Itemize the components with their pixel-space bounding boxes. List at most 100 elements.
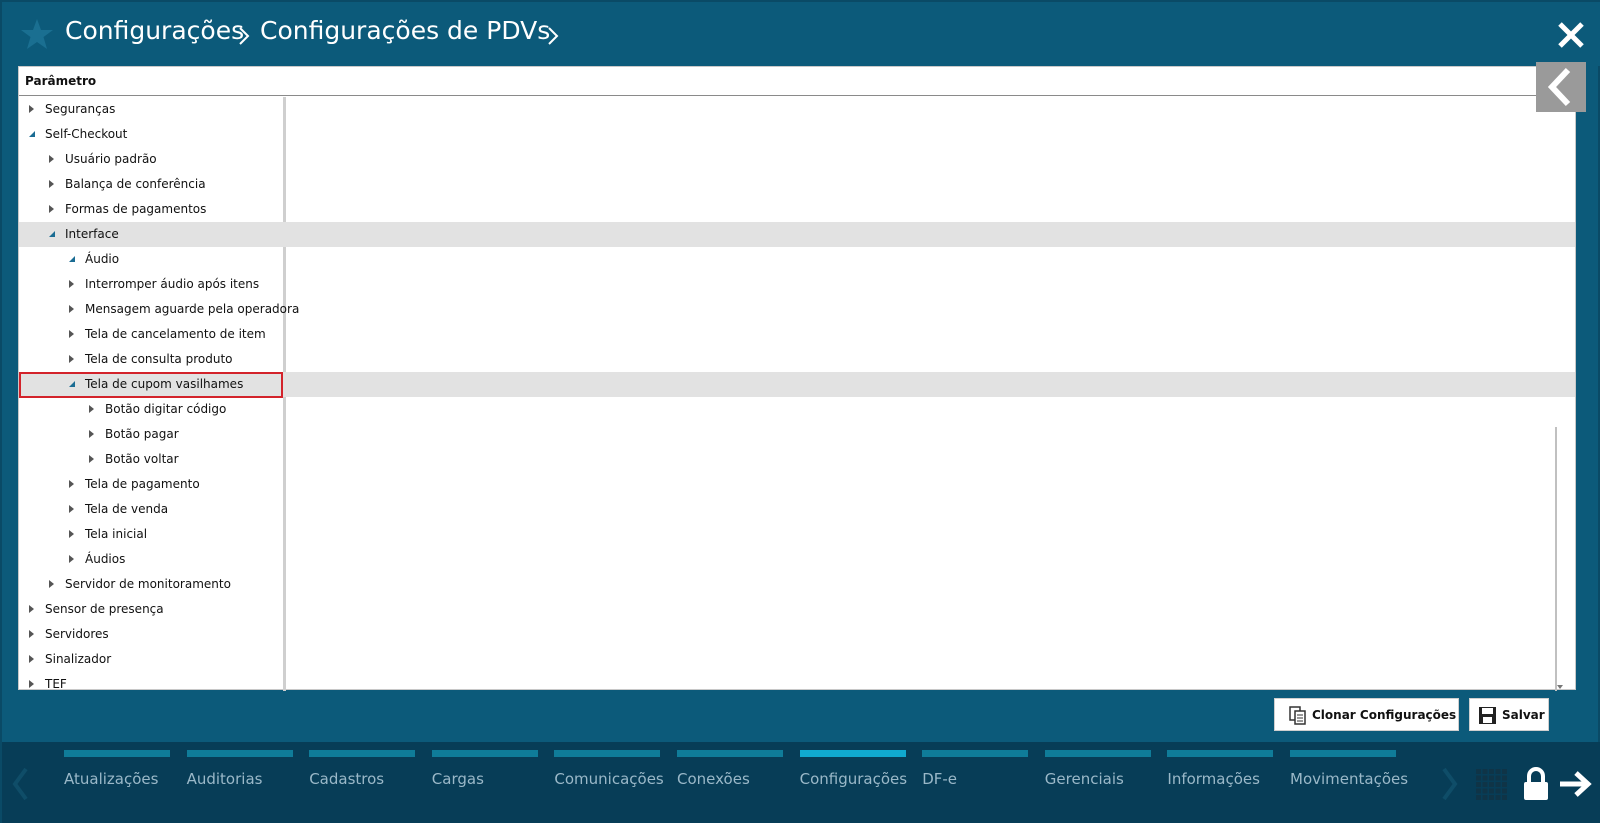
- tree-row[interactable]: Tela de cancelamento de item: [19, 322, 1575, 347]
- tree-row-label: Sinalizador: [45, 652, 112, 666]
- nav-next-icon[interactable]: [1440, 766, 1460, 802]
- collapsed-arrow-icon[interactable]: [49, 180, 54, 188]
- nav-tab-bar: [1290, 750, 1396, 757]
- tree-row[interactable]: Formas de pagamentos: [19, 197, 1575, 222]
- expanded-arrow-icon[interactable]: [49, 231, 55, 237]
- tree-row-label: Formas de pagamentos: [65, 202, 207, 216]
- collapsed-arrow-icon[interactable]: [69, 505, 74, 513]
- tree-row-label: Áudios: [85, 552, 126, 566]
- logout-arrow-icon[interactable]: [1558, 769, 1592, 799]
- apps-grid-icon[interactable]: [1475, 768, 1508, 801]
- nav-tab-label: Movimentações: [1290, 770, 1409, 788]
- nav-tab[interactable]: Cadastros: [309, 750, 416, 810]
- close-icon[interactable]: [1556, 20, 1586, 50]
- clone-configurations-button[interactable]: Clonar Configurações: [1274, 698, 1459, 731]
- tree-row[interactable]: Tela de pagamento: [19, 472, 1575, 497]
- nav-tab[interactable]: Cargas: [431, 750, 538, 810]
- column-header-label: Parâmetro: [25, 74, 97, 88]
- parameters-panel: Parâmetro Seguranças Self-Checkout Usuário…: [18, 66, 1576, 691]
- tree-row[interactable]: Sensor de presença: [19, 597, 1575, 622]
- collapsed-arrow-icon[interactable]: [89, 430, 94, 438]
- nav-tab[interactable]: Movimentações: [1290, 750, 1408, 810]
- tree-row[interactable]: Botão voltar: [19, 447, 1575, 472]
- nav-tab-label: Gerenciais: [1044, 770, 1124, 788]
- chevron-left-icon: [1547, 67, 1571, 107]
- expanded-arrow-icon[interactable]: [29, 131, 35, 137]
- nav-tab[interactable]: Informações: [1167, 750, 1274, 810]
- tree-row[interactable]: Interromper áudio após itens: [19, 272, 1575, 297]
- clone-configurations-label: Clonar Configurações: [1312, 708, 1457, 722]
- tree-row[interactable]: Servidor de monitoramento: [19, 572, 1575, 597]
- lock-icon[interactable]: [1522, 766, 1550, 802]
- tree-row[interactable]: Tela de venda: [19, 497, 1575, 522]
- tree-row[interactable]: Botão pagar: [19, 422, 1575, 447]
- tree-row[interactable]: Mensagem aguarde pela operadora: [19, 297, 1575, 322]
- collapsed-arrow-icon[interactable]: [89, 455, 94, 463]
- tree-row[interactable]: Áudios: [19, 547, 1575, 572]
- collapsed-arrow-icon[interactable]: [29, 680, 34, 688]
- tree-row[interactable]: Usuário padrão: [19, 147, 1575, 172]
- nav-tab-bar: [1167, 750, 1274, 757]
- nav-tab[interactable]: DF-e: [922, 750, 1029, 810]
- nav-prev-icon[interactable]: [10, 766, 30, 802]
- collapsed-arrow-icon[interactable]: [69, 305, 74, 313]
- nav-tab[interactable]: Auditorias: [186, 750, 293, 810]
- tree-row[interactable]: Botão digitar código: [19, 397, 1575, 422]
- tree-row-label: Interromper áudio após itens: [85, 277, 260, 291]
- tree-row[interactable]: Seguranças: [19, 97, 1575, 122]
- nav-tab[interactable]: Conexões: [677, 750, 783, 810]
- copy-icon: [1289, 706, 1306, 725]
- tree-row-label: Interface: [65, 227, 119, 241]
- collapsed-arrow-icon[interactable]: [49, 580, 54, 588]
- tree-row-label: Sensor de presença: [45, 602, 164, 616]
- tree-row-label: Balança de conferência: [65, 177, 206, 191]
- tree-row[interactable]: Tela inicial: [19, 522, 1575, 547]
- collapsed-arrow-icon[interactable]: [69, 355, 74, 363]
- collapsed-arrow-icon[interactable]: [29, 630, 34, 638]
- tree-row-label: Usuário padrão: [65, 152, 157, 166]
- collapsed-arrow-icon[interactable]: [29, 655, 34, 663]
- tree-row[interactable]: Self-Checkout: [19, 122, 1575, 147]
- breadcrumb-configuracoes-pdvs[interactable]: Configurações de PDVs: [260, 16, 550, 45]
- collapsed-arrow-icon[interactable]: [69, 480, 74, 488]
- tree-row[interactable]: TEF: [19, 672, 1575, 691]
- nav-tab-bar: [309, 750, 416, 757]
- tree-row[interactable]: Balança de conferência: [19, 172, 1575, 197]
- tree-row-label: Botão pagar: [105, 427, 179, 441]
- tree-row[interactable]: Sinalizador: [19, 647, 1575, 672]
- tree-row[interactable]: Interface: [19, 222, 1575, 247]
- nav-tab[interactable]: Comunicações: [554, 750, 664, 810]
- collapsed-arrow-icon[interactable]: [69, 330, 74, 338]
- collapsed-arrow-icon[interactable]: [29, 105, 34, 113]
- nav-tab-bar: [64, 750, 170, 757]
- nav-tab-label: Conexões: [677, 770, 750, 788]
- collapsed-arrow-icon[interactable]: [29, 605, 34, 613]
- save-button[interactable]: Salvar: [1469, 698, 1549, 731]
- nav-tab[interactable]: Configurações: [799, 750, 907, 810]
- title-bar: Configurações Configurações de PDVs: [2, 2, 1600, 66]
- nav-tab-bar: [554, 750, 661, 757]
- nav-tab[interactable]: Atualizações: [64, 750, 170, 810]
- save-label: Salvar: [1502, 708, 1545, 722]
- nav-tab-label: Cadastros: [309, 770, 385, 788]
- tree-row-label: Tela de consulta produto: [85, 352, 233, 366]
- nav-tab-label: Comunicações: [554, 770, 664, 788]
- tree-row[interactable]: Áudio: [19, 247, 1575, 272]
- collapse-panel-button[interactable]: [1536, 62, 1586, 112]
- floppy-disk-icon: [1479, 707, 1496, 724]
- tree-row-label: Tela de venda: [85, 502, 169, 516]
- chevron-right-icon: [548, 27, 559, 45]
- nav-tab[interactable]: Gerenciais: [1044, 750, 1151, 810]
- collapsed-arrow-icon[interactable]: [49, 155, 54, 163]
- breadcrumb-configuracoes[interactable]: Configurações: [65, 16, 244, 45]
- expanded-arrow-icon[interactable]: [69, 256, 75, 262]
- collapsed-arrow-icon[interactable]: [49, 205, 54, 213]
- star-icon[interactable]: [20, 17, 54, 51]
- tree-row[interactable]: Tela de consulta produto: [19, 347, 1575, 372]
- collapsed-arrow-icon[interactable]: [69, 555, 74, 563]
- tree-row[interactable]: Servidores: [19, 622, 1575, 647]
- tree-row-label: Botão digitar código: [105, 402, 227, 416]
- collapsed-arrow-icon[interactable]: [89, 405, 94, 413]
- collapsed-arrow-icon[interactable]: [69, 280, 74, 288]
- collapsed-arrow-icon[interactable]: [69, 530, 74, 538]
